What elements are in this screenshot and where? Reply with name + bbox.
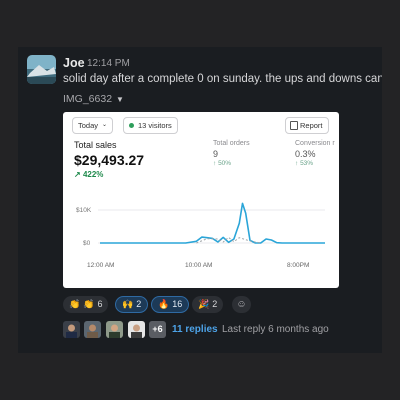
reaction-count: 2 xyxy=(212,299,218,309)
message-text: solid day after a complete 0 on sunday. … xyxy=(63,73,382,85)
more-participants[interactable]: +6 xyxy=(149,321,166,338)
user-avatar[interactable] xyxy=(27,55,56,84)
x-tick-label: 10:00 AM xyxy=(185,262,213,269)
x-tick-label: 12:00 AM xyxy=(87,262,115,269)
reaction-clap[interactable]: 👏 👏 6 xyxy=(63,296,109,313)
thread-participant-avatar[interactable] xyxy=(63,321,80,338)
image-attachment[interactable]: Today ⌄ 13 visitors Report Total sales $… xyxy=(63,112,339,288)
thread-replies-link[interactable]: 11 replies xyxy=(172,324,218,335)
thread-participant-avatar[interactable] xyxy=(128,321,145,338)
clap-icon: 👏 xyxy=(69,299,81,309)
clap-icon: 👏 xyxy=(83,299,95,309)
attachment-name: IMG_6632 xyxy=(63,93,113,105)
fire-icon: 🔥 xyxy=(158,299,170,309)
add-reaction-button[interactable]: ☺ xyxy=(232,296,251,313)
party-icon: 🎉 xyxy=(198,299,210,309)
message-panel: Joe 12:14 PM solid day after a complete … xyxy=(18,47,382,353)
sales-series-line xyxy=(100,202,325,244)
attachment-toggle[interactable]: IMG_6632 ▼ xyxy=(63,93,124,105)
reaction-count: 2 xyxy=(136,299,142,309)
thread-participant-avatar[interactable] xyxy=(106,321,123,338)
reaction-count: 6 xyxy=(97,299,103,309)
reaction-raised-hands[interactable]: 🙌 2 xyxy=(115,296,149,313)
last-reply-time: Last reply 6 months ago xyxy=(222,324,329,335)
x-tick-label: 8:00PM xyxy=(287,262,310,269)
reaction-party[interactable]: 🎉 2 xyxy=(192,296,224,313)
message-author[interactable]: Joe xyxy=(63,56,85,70)
add-emoji-icon: ☺ xyxy=(236,299,247,310)
message-timestamp[interactable]: 12:14 PM xyxy=(87,58,130,69)
reaction-count: 16 xyxy=(172,299,183,309)
thread-participant-avatar[interactable] xyxy=(84,321,101,338)
chevron-down-icon: ▼ xyxy=(116,95,124,104)
raised-hands-icon: 🙌 xyxy=(122,299,134,309)
reaction-fire[interactable]: 🔥 16 xyxy=(151,296,190,313)
